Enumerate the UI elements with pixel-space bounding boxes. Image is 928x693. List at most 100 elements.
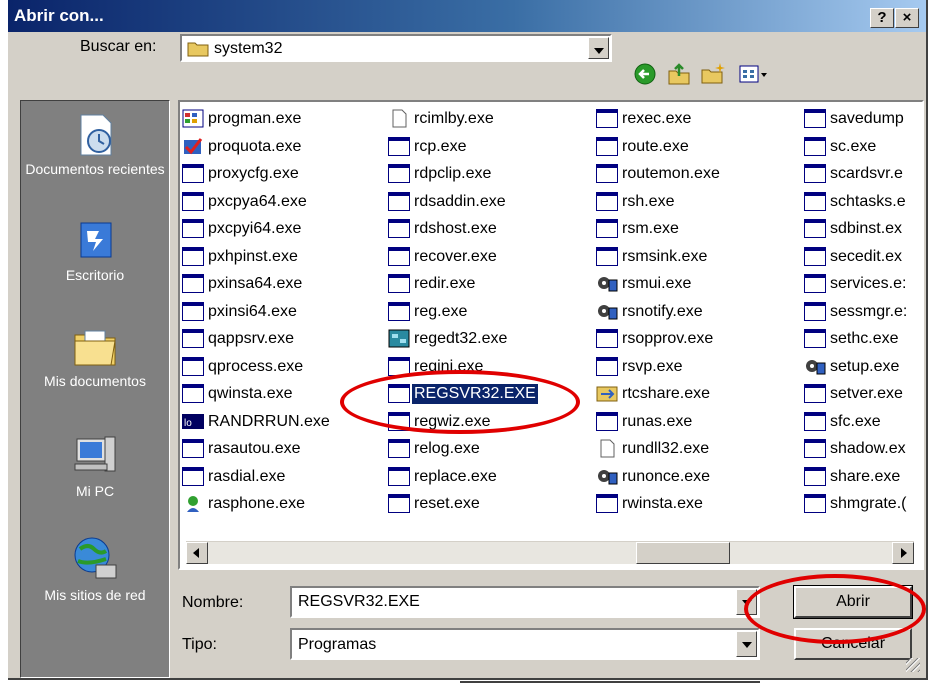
place-desktop[interactable]: Escritorio xyxy=(21,219,169,284)
lookin-dropdown-button[interactable] xyxy=(588,37,609,59)
executable-icon xyxy=(182,466,204,486)
filetype-combo[interactable]: Programas xyxy=(290,628,760,660)
title-bar[interactable]: Abrir con... ? × xyxy=(8,0,926,32)
filename-label: Nombre: xyxy=(182,594,244,611)
filename-input[interactable]: REGSVR32.EXE xyxy=(298,593,420,611)
file-name: schtasks.e xyxy=(830,192,906,210)
executable-icon xyxy=(388,246,410,266)
place-label: Mis documentos xyxy=(44,373,146,389)
executable-icon xyxy=(596,411,618,431)
executable-icon xyxy=(388,356,410,376)
view-menu-icon[interactable] xyxy=(738,62,770,86)
file-name: route.exe xyxy=(622,137,689,155)
executable-icon xyxy=(388,439,410,458)
file-name: RANDRRUN.exe xyxy=(208,412,330,430)
file-name: pxinsa64.exe xyxy=(208,275,303,292)
file-name: rtcshare.exe xyxy=(622,385,711,402)
file-name: sessmgr.e: xyxy=(830,302,908,320)
file-name: regwiz.exe xyxy=(414,412,491,430)
back-icon[interactable] xyxy=(632,62,658,86)
executable-icon xyxy=(182,191,204,211)
gears-icon xyxy=(598,469,618,484)
file-name: reset.exe xyxy=(414,495,480,512)
executable-icon xyxy=(182,164,204,183)
horizontal-scrollbar[interactable] xyxy=(186,541,914,564)
executable-icon xyxy=(804,246,826,266)
filetype-dropdown-button[interactable] xyxy=(736,631,757,657)
executable-icon xyxy=(596,219,618,238)
executable-icon xyxy=(596,246,618,266)
executable-icon xyxy=(804,164,826,183)
doc-icon xyxy=(392,109,407,128)
place-network[interactable]: Mis sitios de red xyxy=(21,533,169,604)
file-list[interactable]: progman.exe proquota.exe proxycfg.exe pxcpy… xyxy=(178,100,924,570)
scroll-right-button[interactable] xyxy=(892,542,914,564)
background-window-edge xyxy=(460,681,760,693)
file-name: rwinsta.exe xyxy=(622,495,703,512)
doc-icon xyxy=(600,439,615,458)
file-name: pxcpya64.exe xyxy=(208,192,307,210)
executable-icon xyxy=(388,191,410,211)
executable-icon xyxy=(388,466,410,486)
gears-icon xyxy=(806,359,826,374)
cancel-button[interactable]: Cancelar xyxy=(794,628,912,660)
file-name: redir.exe xyxy=(414,275,476,292)
file-name: secedit.ex xyxy=(830,247,903,265)
file-name: rcimlby.exe xyxy=(414,110,494,127)
file-name: scardsvr.e xyxy=(830,165,903,182)
file-name: qwinsta.exe xyxy=(208,385,293,402)
executable-icon xyxy=(182,246,204,266)
executable-icon xyxy=(804,439,826,458)
file-name: regini.exe xyxy=(414,357,484,375)
lookin-combo[interactable]: system32 xyxy=(180,34,612,62)
file-name: shadow.ex xyxy=(830,440,906,457)
place-my-computer[interactable]: Mi PC xyxy=(21,431,169,500)
file-name: pxhpinst.exe xyxy=(208,247,298,265)
executable-icon xyxy=(596,494,618,513)
executable-icon xyxy=(388,136,410,156)
recent-documents-icon xyxy=(80,114,112,156)
help-button[interactable]: ? xyxy=(870,8,894,28)
file-name: pxinsi64.exe xyxy=(208,302,297,320)
regedit-icon xyxy=(388,329,410,348)
executable-icon xyxy=(804,191,826,211)
file-name: REGSVR32.EXE xyxy=(411,383,539,405)
filename-dropdown-button[interactable] xyxy=(736,589,757,615)
executable-icon xyxy=(804,384,826,403)
executable-icon xyxy=(182,301,204,321)
executable-icon xyxy=(182,329,204,348)
file-name: sdbinst.ex xyxy=(830,220,903,237)
file-name: runonce.exe xyxy=(622,467,711,485)
open-button[interactable]: Abrir xyxy=(793,585,913,619)
executable-icon xyxy=(804,494,826,513)
place-label: Mis sitios de red xyxy=(44,587,146,603)
file-name: rdsaddin.exe xyxy=(414,192,506,210)
filetype-value: Programas xyxy=(298,636,377,653)
executable-icon xyxy=(804,136,826,156)
file-name: rsmui.exe xyxy=(622,275,692,292)
logo-icon: lo xyxy=(182,413,204,429)
place-my-documents[interactable]: Mis documentos xyxy=(21,321,169,390)
new-folder-icon[interactable] xyxy=(700,62,726,86)
executable-icon xyxy=(182,219,204,238)
resize-grip[interactable] xyxy=(906,658,920,672)
close-button[interactable]: × xyxy=(895,8,919,28)
lookin-value: system32 xyxy=(214,40,283,57)
svg-text:lo: lo xyxy=(184,418,192,429)
executable-icon xyxy=(182,356,204,376)
gears-icon xyxy=(598,304,618,319)
executable-icon xyxy=(388,494,410,513)
file-name: recover.exe xyxy=(414,247,497,265)
desktop-icon xyxy=(80,222,112,258)
up-folder-icon[interactable] xyxy=(666,62,692,86)
scroll-thumb[interactable] xyxy=(636,542,730,564)
place-label: Documentos recientes xyxy=(25,161,165,177)
filename-combo[interactable]: REGSVR32.EXE xyxy=(290,586,760,618)
scroll-left-button[interactable] xyxy=(186,542,208,564)
person-icon xyxy=(187,496,199,512)
place-recent[interactable]: Documentos recientes xyxy=(21,113,169,178)
executable-icon xyxy=(804,466,826,486)
file-name: rasautou.exe xyxy=(208,440,301,457)
gears-icon xyxy=(598,277,618,292)
file-name: shmgrate.( xyxy=(830,495,907,512)
